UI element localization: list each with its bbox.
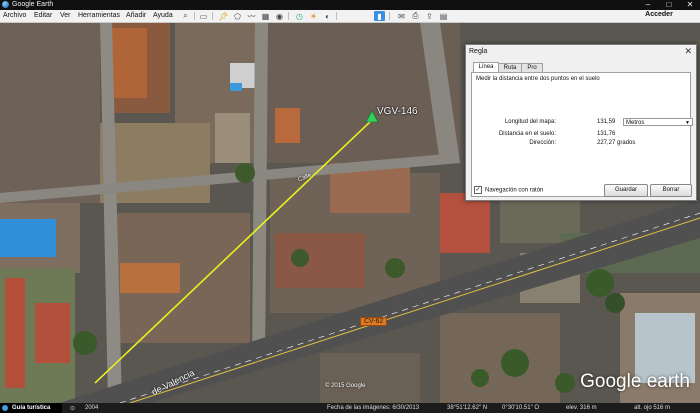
- history-icon[interactable]: ⊙: [70, 405, 75, 412]
- polygon-icon[interactable]: ⬠: [232, 11, 243, 21]
- unit-select[interactable]: Metros ▼: [623, 118, 693, 126]
- placemark-icon[interactable]: 📌︎: [218, 11, 229, 21]
- window-title: Google Earth: [12, 1, 54, 8]
- dialog-close-button[interactable]: ✕: [684, 46, 692, 57]
- mouse-navigation-label: Navegación con ratón: [485, 187, 544, 194]
- direction-label: Dirección:: [529, 140, 556, 146]
- share-icon[interactable]: ⇪: [424, 11, 435, 21]
- dialog-description: Medir la distancia entre dos puntos en e…: [476, 76, 600, 82]
- menu-herramientas[interactable]: Herramientas: [78, 12, 120, 19]
- history-icon[interactable]: ◷: [294, 11, 305, 21]
- map-length-value: 131,59: [597, 119, 616, 125]
- checkbox-icon: ✓: [474, 186, 482, 194]
- imagery-date: Fecha de las imágenes: 6/30/2013: [327, 405, 420, 411]
- mouse-navigation-checkbox[interactable]: ✓ Navegación con ratón: [474, 186, 543, 194]
- latitude: 38°51'12.62" N: [447, 405, 488, 411]
- menu-bar: Archivo Editar Ver Herramientas Añadir A…: [0, 10, 700, 23]
- road-badge: CV-62: [360, 317, 388, 326]
- copyright: © 2015 Google: [325, 383, 366, 389]
- sidebar-icon[interactable]: ▭: [198, 11, 209, 21]
- save-button[interactable]: Guardar: [604, 184, 648, 197]
- imagery-year: 2004: [85, 405, 99, 411]
- maps-icon[interactable]: ▤: [438, 11, 449, 21]
- close-button[interactable]: ✕: [680, 0, 700, 10]
- chevron-down-icon: ▼: [685, 120, 690, 126]
- google-earth-icon: [2, 1, 9, 8]
- google-earth-logo: Google earth: [580, 371, 690, 393]
- sign-in-button[interactable]: Acceder: [624, 11, 694, 21]
- tour-guide-icon: [2, 405, 8, 411]
- tour-guide-button[interactable]: Guía turística: [0, 403, 62, 413]
- status-bar: ⊙ 2004 Fecha de las imágenes: 6/30/2013 …: [0, 403, 700, 413]
- logo-brand: Google: [580, 371, 642, 392]
- planets-icon[interactable]: ◐: [322, 11, 333, 21]
- menu-ver[interactable]: Ver: [60, 12, 71, 19]
- logo-product: earth: [646, 371, 690, 392]
- path-icon[interactable]: 〰: [246, 11, 257, 21]
- tour-guide-label: Guía turística: [12, 405, 51, 411]
- maximize-button[interactable]: □: [659, 0, 679, 10]
- email-icon[interactable]: ✉: [396, 11, 407, 21]
- menu-anadir[interactable]: Añadir: [126, 12, 146, 19]
- ruler-icon[interactable]: ▮: [374, 11, 385, 21]
- overlay-icon[interactable]: ▦: [260, 11, 271, 21]
- map-length-label: Longitud del mapa:: [504, 119, 556, 125]
- clear-button[interactable]: Borrar: [650, 184, 692, 197]
- eye-altitude: alt. ojo 516 m: [634, 405, 671, 411]
- sun-icon[interactable]: ☀: [308, 11, 319, 21]
- direction-value: 227,27 grados: [597, 140, 636, 146]
- menu-editar[interactable]: Editar: [34, 12, 52, 19]
- search-icon[interactable]: ⌕: [180, 11, 191, 21]
- ground-distance-value: 131,76: [597, 131, 616, 137]
- longitude: 0°30'10.51" O: [502, 405, 540, 411]
- title-bar: Google Earth – □ ✕: [0, 0, 700, 10]
- placemark-label[interactable]: VGV-146: [377, 106, 418, 117]
- ground-distance-label: Distancia en el suelo:: [498, 131, 556, 137]
- ruler-dialog: Regla ✕ Línea Ruta Pro Medir la distanci…: [465, 44, 697, 201]
- print-icon[interactable]: ⎙: [410, 11, 421, 21]
- dialog-title: Regla: [469, 48, 488, 55]
- menu-ayuda[interactable]: Ayuda: [153, 12, 173, 19]
- unit-select-value: Metros: [626, 120, 645, 126]
- minimize-button[interactable]: –: [638, 0, 658, 10]
- menu-archivo[interactable]: Archivo: [3, 12, 26, 19]
- tour-icon[interactable]: ◉: [274, 11, 285, 21]
- elevation: elev. 316 m: [566, 405, 597, 411]
- tab-panel: Medir la distancia entre dos puntos en e…: [471, 72, 693, 197]
